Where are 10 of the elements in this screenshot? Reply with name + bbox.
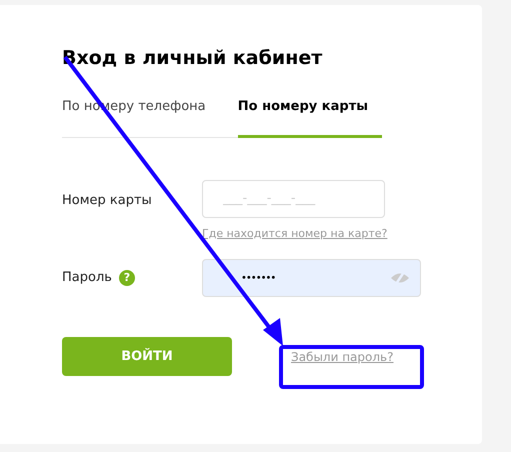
field-label: Пароль	[62, 269, 112, 288]
eye-slash-icon[interactable]	[390, 271, 410, 285]
tab[interactable]: По номеру карты	[238, 97, 382, 138]
help-link[interactable]: Где находится номер на карте?	[202, 226, 388, 242]
field-label: Номер карты	[62, 192, 153, 210]
help-icon[interactable]: ?	[118, 270, 135, 286]
password-value: •••••••	[241, 272, 276, 286]
password-field[interactable]: •••••••	[202, 259, 421, 297]
card-number-field[interactable]: ___-___-___-___	[202, 180, 385, 218]
login-button[interactable]: ВОЙТИ	[62, 337, 232, 376]
